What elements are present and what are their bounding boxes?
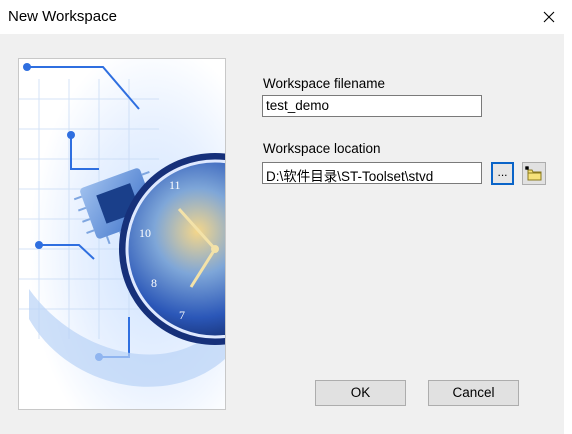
close-button[interactable] — [526, 0, 572, 34]
svg-text:8: 8 — [151, 276, 157, 290]
svg-text:7: 7 — [179, 308, 185, 322]
browse-button[interactable]: ... — [491, 162, 514, 185]
svg-text:11: 11 — [169, 178, 181, 192]
location-label: Workspace location — [263, 141, 381, 156]
filename-label: Workspace filename — [263, 76, 386, 91]
ok-button[interactable]: OK — [315, 380, 406, 406]
new-folder-button[interactable] — [522, 162, 546, 185]
close-icon — [543, 11, 555, 23]
workspace-illustration: 11 10 8 7 — [18, 58, 226, 410]
title-bar: New Workspace — [0, 0, 572, 34]
workspace-location-field[interactable]: D:\软件目录\ST-Toolset\stvd — [262, 162, 482, 184]
window-border-right — [564, 34, 572, 434]
window-border-left — [0, 34, 4, 434]
cancel-button[interactable]: Cancel — [428, 380, 519, 406]
workspace-filename-field[interactable]: test_demo — [262, 95, 482, 117]
folder-icon — [525, 166, 542, 181]
window-title: New Workspace — [8, 8, 117, 25]
svg-text:10: 10 — [139, 226, 151, 240]
